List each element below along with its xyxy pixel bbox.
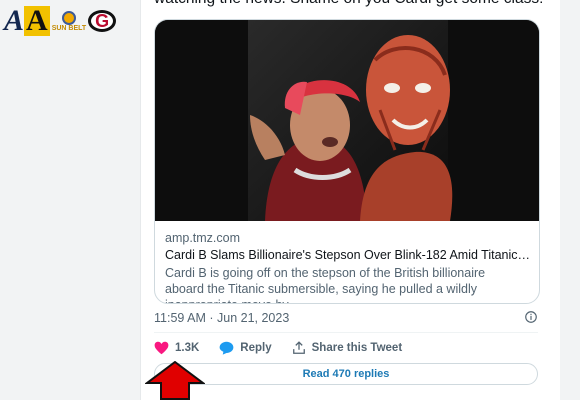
- read-replies-button[interactable]: Read 470 replies: [154, 363, 538, 385]
- share-icon: [292, 341, 305, 354]
- card-title[interactable]: Cardi B Slams Billionaire's Stepson Over…: [165, 248, 531, 262]
- heart-icon: [154, 341, 169, 355]
- info-icon[interactable]: [524, 310, 538, 324]
- right-gutter: [560, 0, 580, 400]
- app-state-logo: A: [24, 4, 50, 37]
- braves-logo: A: [4, 4, 24, 37]
- like-button[interactable]: 1.3K: [154, 341, 199, 355]
- share-label: Share this Tweet: [311, 342, 403, 354]
- sun-belt-logo: SUN BELT: [51, 10, 87, 32]
- reply-button[interactable]: Reply: [219, 341, 272, 355]
- georgia-logo: G: [88, 10, 117, 32]
- card-description: Cardi B is going off on the stepson of t…: [165, 266, 486, 303]
- reply-bubble-icon: [219, 341, 234, 355]
- red-arrow-annotation: [145, 361, 205, 400]
- card-meta: amp.tmz.com Cardi B Slams Billionaire's …: [165, 231, 531, 303]
- team-logos: A A SUN BELT G: [4, 4, 117, 38]
- left-column: A A SUN BELT G: [0, 0, 138, 400]
- card-domain: amp.tmz.com: [165, 231, 241, 245]
- like-count: 1.3K: [175, 342, 200, 354]
- tweet-timestamp[interactable]: 11:59 AM · Jun 21, 2023: [154, 311, 289, 325]
- tweet: watching the news. Shame on you Cardi ge…: [140, 0, 561, 400]
- sun-icon: [61, 10, 76, 25]
- card-image: [155, 20, 539, 221]
- share-button[interactable]: Share this Tweet: [292, 341, 403, 355]
- tweet-actions: 1.3K Reply Share this Tweet: [154, 338, 422, 358]
- divider: [154, 332, 538, 333]
- reply-label: Reply: [240, 342, 272, 354]
- tweet-text: watching the news. Shame on you Cardi ge…: [154, 0, 554, 8]
- link-card[interactable]: amp.tmz.com Cardi B Slams Billionaire's …: [154, 19, 540, 304]
- sun-belt-text: SUN BELT: [51, 24, 87, 32]
